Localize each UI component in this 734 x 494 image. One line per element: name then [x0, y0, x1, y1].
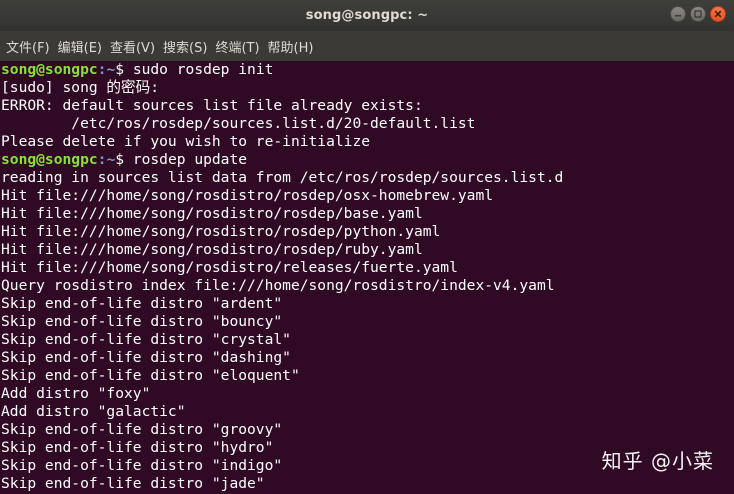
output-line: Add distro "foxy" [1, 385, 151, 402]
output-line: Hit file:///home/song/rosdistro/releases… [1, 259, 458, 276]
close-button[interactable] [710, 6, 726, 22]
minimize-icon [675, 15, 681, 17]
prompt-symbol: $ [115, 151, 125, 168]
output-line: Hit file:///home/song/rosdistro/rosdep/o… [1, 187, 494, 204]
output-line: Query rosdistro index file:///home/song/… [1, 277, 555, 294]
maximize-icon [694, 10, 702, 18]
output-line: Hit file:///home/song/rosdistro/rosdep/b… [1, 205, 423, 222]
prompt-path: :~ [97, 151, 116, 168]
output-line: Skip end-of-life distro "groovy" [1, 421, 283, 438]
menu-file[interactable]: 文件(F) [6, 37, 50, 56]
close-icon [714, 10, 722, 18]
title-bar[interactable]: song@songpc: ~ [0, 0, 734, 31]
output-line: [sudo] song 的密码: [1, 79, 160, 96]
prompt-line: song@songpc:~$ sudo rosdep init [0, 61, 734, 79]
terminal-output[interactable]: song@songpc:~$ sudo rosdep init [sudo] so… [0, 61, 734, 494]
watermark-text: 知乎 @小菜 [601, 449, 714, 473]
menu-view[interactable]: 查看(V) [110, 37, 155, 56]
minimize-button[interactable] [670, 6, 686, 22]
output-line: ERROR: default sources list file already… [1, 97, 423, 114]
prompt-symbol: $ [115, 61, 125, 78]
output-line: Skip end-of-life distro "ardent" [1, 295, 283, 312]
output-line: Hit file:///home/song/rosdistro/rosdep/p… [1, 223, 441, 240]
output-line: Skip end-of-life distro "eloquent" [1, 367, 300, 384]
command-text: rosdep update [124, 151, 248, 168]
output-line: reading in sources list data from /etc/r… [1, 169, 564, 186]
output-line: Skip end-of-life distro "bouncy" [1, 313, 283, 330]
menu-help[interactable]: 帮助(H) [268, 37, 314, 56]
prompt-path: :~ [97, 61, 116, 78]
output-line: Hit file:///home/song/rosdistro/rosdep/r… [1, 241, 423, 258]
menu-search[interactable]: 搜索(S) [163, 37, 207, 56]
output-line: Add distro "galactic" [1, 403, 186, 420]
command-text: sudo rosdep init [124, 61, 274, 78]
terminal-window: song@songpc: ~ 文件(F) 编辑(E) 查看(V) 搜索(S) 终… [0, 0, 734, 494]
menu-terminal[interactable]: 终端(T) [215, 37, 259, 56]
prompt-user: song@songpc [1, 61, 98, 78]
window-title: song@songpc: ~ [305, 8, 429, 23]
output-line: Skip end-of-life distro "jade" [1, 475, 265, 492]
window-controls [670, 6, 726, 22]
output-line: Please delete if you wish to re-initiali… [1, 133, 371, 150]
prompt-line: song@songpc:~$ rosdep update [0, 151, 734, 169]
output-line: Skip end-of-life distro "dashing" [1, 349, 291, 366]
prompt-user: song@songpc [1, 151, 98, 168]
menu-edit[interactable]: 编辑(E) [58, 37, 102, 56]
menu-bar: 文件(F) 编辑(E) 查看(V) 搜索(S) 终端(T) 帮助(H) [0, 31, 734, 61]
output-line: Skip end-of-life distro "crystal" [1, 331, 291, 348]
maximize-button[interactable] [690, 6, 706, 22]
output-line: /etc/ros/rosdep/sources.list.d/20-defaul… [1, 115, 476, 132]
